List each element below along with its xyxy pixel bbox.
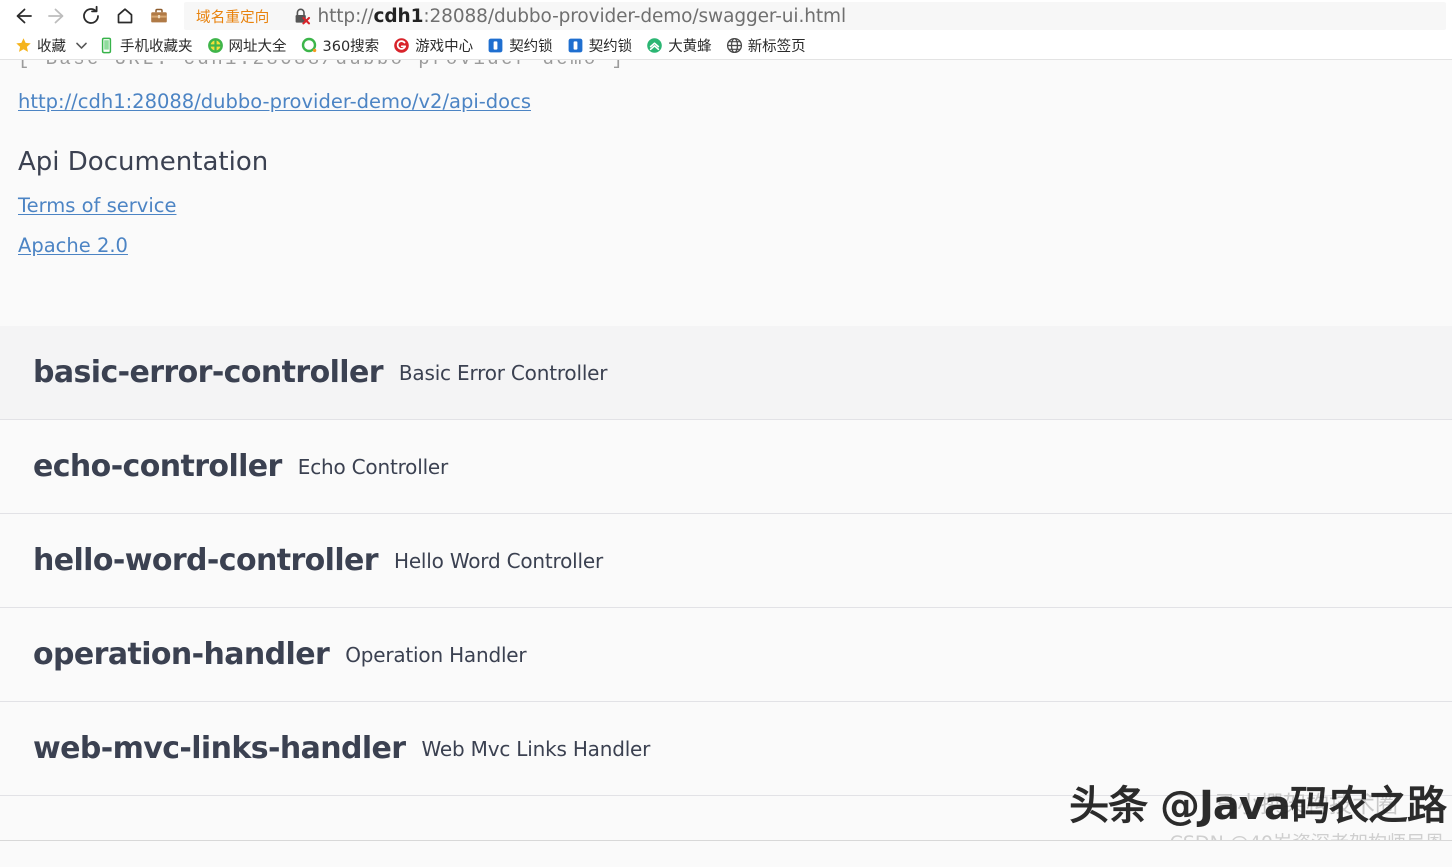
url-rest: :28088/dubbo-provider-demo/swagger-ui.ht… [423,5,846,27]
redirect-badge: 域名重定向 [196,9,270,26]
bookmark-item-mobile-favorites[interactable]: 手机收藏夹 [91,34,200,58]
bookmark-label: 游戏中心 [415,39,474,55]
toolbox-button[interactable] [142,1,176,31]
forward-button[interactable] [40,1,74,31]
swagger-ui-page: [ Base URL: cdh1:28088/dubbo-provider-de… [0,60,1452,857]
tag-description: Operation Handler [345,642,527,667]
phone-icon [98,37,115,54]
terms-of-service-link[interactable]: Terms of service [18,194,176,217]
tag-row[interactable]: echo-controller Echo Controller [0,420,1452,514]
tag-name: hello-word-controller [33,543,379,578]
back-button[interactable] [6,1,40,31]
green-plus-icon [207,37,224,54]
game-g-icon [393,37,410,54]
tag-row[interactable]: operation-handler Operation Handler [0,608,1452,702]
home-button[interactable] [108,1,142,31]
bookmark-item-web-directory[interactable]: 网址大全 [200,34,294,58]
bookmark-label: 契约锁 [509,39,553,55]
browser-toolbar: 域名重定向 http://cdh1:28088/dubbo-provider-d… [0,0,1452,32]
license-link[interactable]: Apache 2.0 [18,234,128,257]
360-logo-icon [301,37,318,54]
reload-button[interactable] [74,1,108,31]
bookmark-item-favorites[interactable]: 收藏 [8,34,73,58]
url-text: http://cdh1:28088/dubbo-provider-demo/sw… [317,5,847,27]
tag-list: basic-error-controller Basic Error Contr… [0,326,1452,796]
qiyuesuo-icon [487,37,504,54]
bookmark-item-new-tab[interactable]: 新标签页 [719,34,813,58]
arrow-left-icon [12,5,34,27]
page-title: Api Documentation [18,147,269,177]
address-bar[interactable]: 域名重定向 http://cdh1:28088/dubbo-provider-d… [184,2,1446,30]
tag-description: Echo Controller [297,454,449,479]
bookmark-item-game-center[interactable]: 游戏中心 [386,34,480,58]
bookmark-label: 新标签页 [747,39,806,55]
qiyuesuo-icon [567,37,584,54]
tag-name: web-mvc-links-handler [33,731,406,766]
browser-chrome: 域名重定向 http://cdh1:28088/dubbo-provider-d… [0,0,1452,60]
bookmark-label: 收藏 [37,39,66,55]
tag-name: basic-error-controller [33,355,384,390]
bottom-strip [0,840,1452,857]
bookmark-label: 手机收藏夹 [120,39,193,55]
home-icon [114,5,136,27]
bookmark-item-hornet[interactable]: 大黄蜂 [639,34,719,58]
url-scheme: http:// [317,5,374,27]
bookmark-label: 网址大全 [228,39,287,55]
globe-icon [726,37,743,54]
bookmark-label: 契约锁 [588,39,633,55]
tag-row[interactable]: hello-word-controller Hello Word Control… [0,514,1452,608]
bookmarks-bar: 收藏 手机收藏夹 网址大全 360搜索 游戏中心 契约锁 契约锁 大黄蜂 新标签… [0,32,1452,60]
bookmark-item-qiyuesuo-1[interactable]: 契约锁 [480,34,560,58]
tag-name: echo-controller [33,449,282,484]
arrow-right-icon [46,5,68,27]
tag-name: operation-handler [33,637,330,672]
tag-description: Basic Error Controller [398,360,608,385]
lock-broken-icon[interactable] [288,6,314,26]
tag-row[interactable]: basic-error-controller Basic Error Contr… [0,326,1452,420]
tag-row[interactable]: web-mvc-links-handler Web Mvc Links Hand… [0,702,1452,796]
base-url-line: [ Base URL: cdh1:28088/dubbo-provider-de… [18,60,625,70]
bookmark-label: 大黄蜂 [668,39,712,55]
bookmark-item-360-search[interactable]: 360搜索 [294,34,387,58]
tag-description: Web Mvc Links Handler [421,736,651,761]
bookmark-item-qiyuesuo-2[interactable]: 契约锁 [560,34,640,58]
star-icon [15,37,32,54]
bookmark-label: 360搜索 [322,39,380,55]
tag-description: Hello Word Controller [393,548,603,573]
chevron-down-icon [75,37,87,55]
url-host: cdh1 [373,5,424,27]
hornet-icon [646,37,663,54]
reload-icon [80,5,102,27]
bookmarks-dropdown-caret[interactable] [73,36,89,56]
api-docs-link[interactable]: http://cdh1:28088/dubbo-provider-demo/v2… [18,90,531,113]
briefcase-icon [148,5,170,27]
